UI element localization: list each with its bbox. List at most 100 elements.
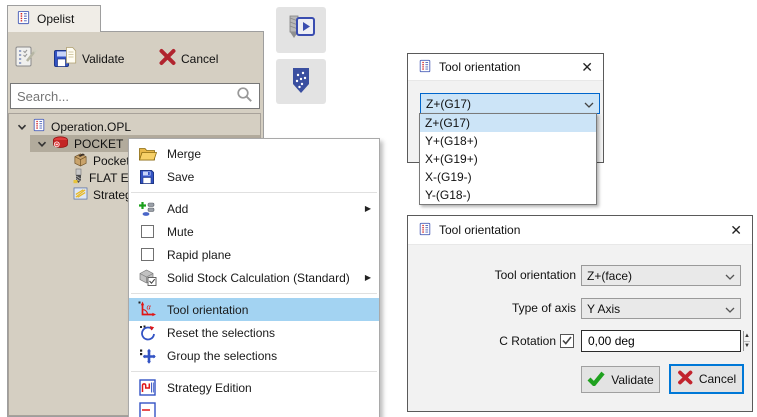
search-box — [10, 83, 260, 109]
opelist-doc-icon — [418, 222, 432, 239]
save-icon — [137, 167, 157, 187]
check-icon — [562, 334, 572, 348]
tree-label: FLAT E — [89, 171, 133, 185]
combobox-value: Z+(G17) — [426, 97, 584, 111]
dialog-title: Tool orientation — [439, 223, 723, 237]
menu-item-label: Rapid plane — [167, 248, 371, 262]
field-label-tool-orientation: Tool orientation — [418, 265, 576, 286]
strategy-edition-icon — [137, 378, 157, 398]
tab-opelist[interactable]: Opelist — [7, 5, 101, 32]
red-cross-icon — [158, 48, 177, 69]
tab-opelist-label: Opelist — [37, 12, 74, 26]
close-icon[interactable]: ✕ — [581, 59, 593, 76]
cancel-button[interactable]: Cancel — [158, 48, 218, 69]
menu-item-rapid-plane[interactable]: Rapid plane — [129, 243, 379, 266]
spinner-buttons: ▲ ▼ — [743, 331, 750, 351]
tool-orientation-icon: α — [137, 300, 157, 320]
search-input[interactable] — [17, 89, 236, 104]
dialog-titlebar[interactable]: Tool orientation ✕ — [408, 216, 752, 245]
context-menu: Merge Save Add ▶ Mute Rapid plane Solid … — [128, 138, 380, 417]
combobox-value: Y Axis — [587, 302, 725, 316]
search-icon[interactable] — [236, 86, 253, 106]
validate-button[interactable]: Validate — [53, 46, 124, 72]
tool-dots-icon — [289, 67, 313, 97]
green-check-icon — [587, 371, 605, 389]
opelist-doc-icon — [16, 10, 31, 28]
menu-item-label: Add — [167, 202, 359, 216]
menu-item-tool-orientation[interactable]: α Tool orientation — [129, 298, 379, 321]
tool-orientation-select[interactable]: Z+(face) — [581, 265, 741, 286]
clipped-document-icon — [137, 401, 157, 417]
menu-separator — [131, 192, 377, 193]
dialog-titlebar[interactable]: Tool orientation ✕ — [408, 54, 603, 81]
tree-label: POCKET — [74, 137, 127, 151]
menu-item-add[interactable]: Add ▶ — [129, 197, 379, 220]
menu-item-partial[interactable] — [129, 399, 379, 417]
expander-icon[interactable] — [17, 120, 27, 134]
menu-item-group-selections[interactable]: Group the selections — [129, 344, 379, 367]
dialog-cancel-label: Cancel — [699, 372, 736, 386]
run-simulation-button[interactable] — [276, 7, 326, 53]
merge-folder-icon — [137, 144, 157, 164]
combobox-value: Z+(face) — [587, 269, 725, 283]
pocket-feature-icon — [73, 152, 88, 170]
menu-item-label: Merge — [167, 147, 371, 161]
expander-icon[interactable] — [37, 137, 47, 151]
menu-item-merge[interactable]: Merge — [129, 142, 379, 165]
reset-arrow-icon — [137, 323, 157, 343]
save-validate-icon — [53, 46, 78, 72]
c-rotation-input[interactable] — [582, 331, 743, 351]
drill-play-icon — [283, 12, 319, 49]
c-rotation-spinner: ▲ ▼ — [581, 330, 741, 352]
dialog-validate-button[interactable]: Validate — [581, 366, 660, 393]
opelist-doc-icon — [32, 118, 46, 135]
menu-item-strategy-edition[interactable]: Strategy Edition — [129, 376, 379, 399]
menu-item-label: Strategy Edition — [167, 381, 371, 395]
tree-label: Operation.OPL — [51, 120, 135, 134]
menu-item-reset-selections[interactable]: Reset the selections — [129, 321, 379, 344]
red-cross-icon — [677, 370, 693, 388]
checkbox-unchecked-icon — [137, 245, 157, 265]
checkbox-unchecked-icon — [137, 222, 157, 242]
spin-up-icon[interactable]: ▲ — [744, 331, 750, 342]
dialog-cancel-button[interactable]: Cancel — [669, 364, 744, 394]
option-z-plus-g17[interactable]: Z+(G17) — [420, 114, 596, 132]
add-icon — [137, 199, 157, 219]
dialog-validate-label: Validate — [611, 373, 653, 387]
group-arrows-icon — [137, 346, 157, 366]
type-of-axis-select[interactable]: Y Axis — [581, 298, 741, 319]
spin-down-icon[interactable]: ▼ — [744, 342, 750, 352]
close-icon[interactable]: ✕ — [730, 222, 742, 239]
menu-item-label: Reset the selections — [167, 326, 371, 340]
dialog-title: Tool orientation — [439, 60, 574, 74]
menu-item-label: Tool orientation — [167, 303, 371, 317]
option-y-plus-g18[interactable]: Y+(G18+) — [420, 132, 596, 150]
opelist-doc-icon — [418, 59, 432, 76]
chevron-down-icon — [725, 269, 735, 283]
menu-item-label: Group the selections — [167, 349, 371, 363]
menu-item-save[interactable]: Save — [129, 165, 379, 188]
tool-holder-button[interactable] — [276, 59, 326, 104]
wand-list-icon — [14, 44, 40, 73]
tool-orientation-combobox[interactable]: Z+(G17) — [420, 93, 600, 114]
option-y-minus-g18[interactable]: Y-(G18-) — [420, 186, 596, 204]
chevron-down-icon — [584, 97, 594, 111]
menu-item-label: Mute — [167, 225, 371, 239]
solid-stock-icon — [137, 268, 157, 288]
menu-item-solid-stock-calculation[interactable]: Solid Stock Calculation (Standard) ▶ — [129, 266, 379, 289]
option-x-plus-g19[interactable]: X+(G19+) — [420, 150, 596, 168]
field-label-type-of-axis: Type of axis — [418, 298, 576, 319]
cancel-button-label: Cancel — [181, 52, 218, 66]
app-window: Opelist Validate Cancel Operation.OPL PO… — [0, 0, 757, 417]
edit-list-button[interactable] — [14, 44, 40, 73]
menu-item-mute[interactable]: Mute — [129, 220, 379, 243]
end-mill-tool-icon — [73, 168, 84, 187]
chevron-down-icon — [725, 302, 735, 316]
option-x-minus-g19[interactable]: X-(G19-) — [420, 168, 596, 186]
menu-item-label: Solid Stock Calculation (Standard) — [167, 271, 359, 285]
c-rotation-checkbox[interactable] — [560, 334, 574, 348]
svg-text:α: α — [146, 303, 151, 312]
pocket-operation-icon — [52, 136, 69, 152]
tree-row-operation-opl[interactable]: Operation.OPL — [9, 118, 260, 135]
strategy-icon — [73, 187, 88, 203]
